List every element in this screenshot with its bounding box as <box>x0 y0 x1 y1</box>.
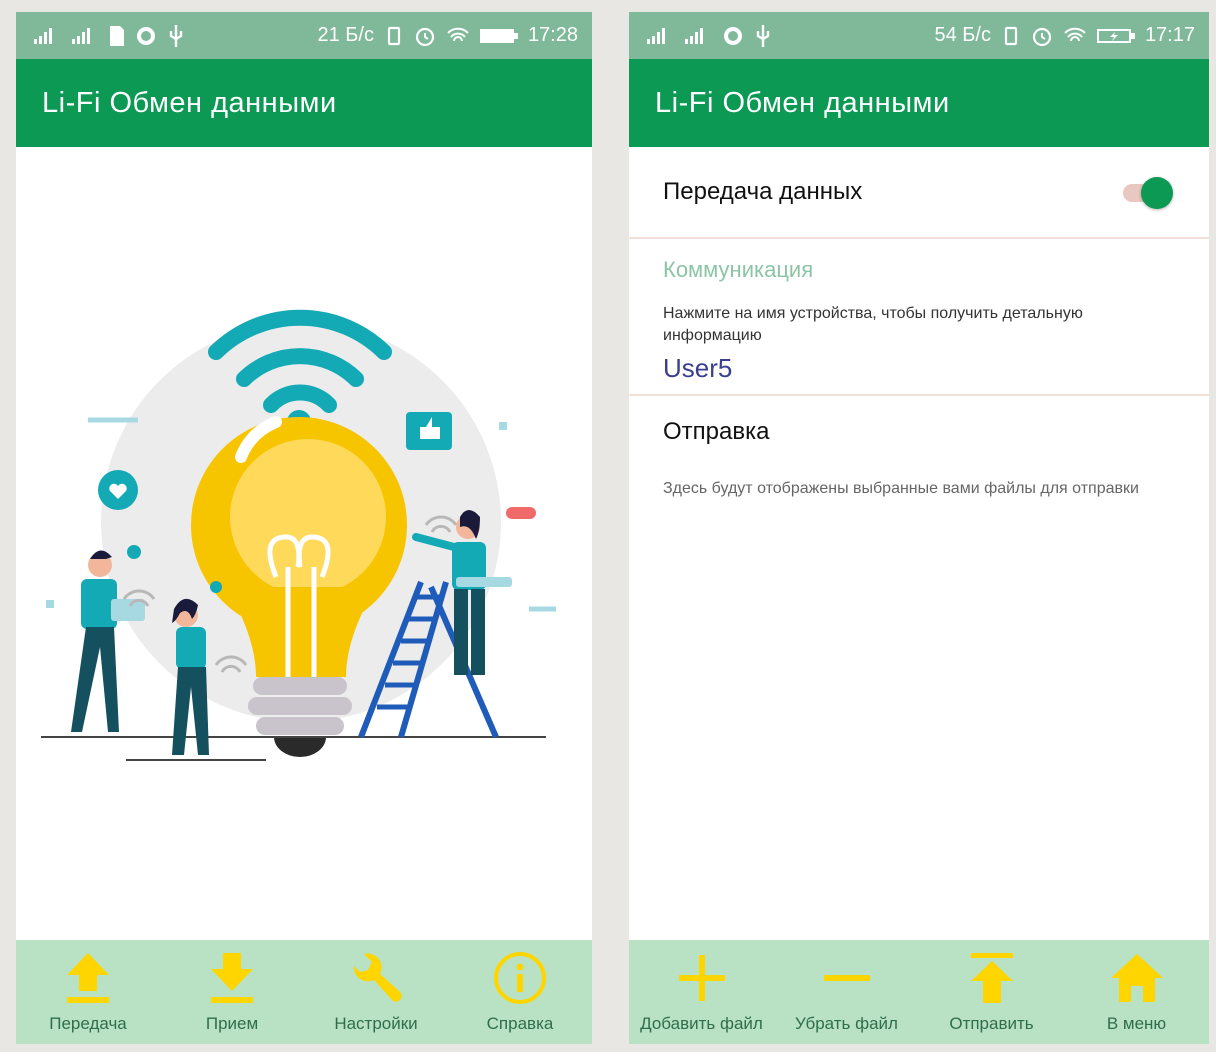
vibrate-icon <box>387 26 401 45</box>
clock: 17:28 <box>527 24 578 46</box>
app-bar: Li-Fi Обмен данными <box>629 59 1209 147</box>
nav-receive-label: Прием <box>205 1014 259 1033</box>
nav-transmit[interactable]: Передача <box>16 940 160 1044</box>
signal-icon <box>72 27 90 44</box>
phone-screen-transfer: 54 Б/с 17:17 Li-Fi Обмен данными Передач… <box>629 12 1209 1044</box>
network-speed: 54 Б/с <box>934 24 991 46</box>
wifi-icon <box>447 27 469 41</box>
communication-section: Коммуникация Нажмите на имя устройства, … <box>629 239 1209 396</box>
data-transfer-toggle[interactable] <box>1123 177 1175 209</box>
network-speed: 21 Б/с <box>317 24 374 46</box>
nav-settings-label: Настройки <box>334 1014 418 1033</box>
toggle-thumb <box>1141 177 1173 209</box>
nav-send-label: Отправить <box>949 1014 1034 1033</box>
communication-title: Коммуникация <box>663 257 814 282</box>
nav-help[interactable]: Справка <box>448 940 592 1044</box>
shield-app-icon <box>724 26 742 45</box>
battery-charging-icon <box>1096 28 1135 43</box>
sending-section: Отправка Здесь будут отображены выбранны… <box>629 396 1209 520</box>
download-arrow-icon <box>211 953 253 1003</box>
lifi-illustration <box>41 309 556 761</box>
communication-description: Нажмите на имя устройства, чтобы получит… <box>663 305 1083 344</box>
upload-arrow-icon <box>67 953 109 1003</box>
info-icon <box>494 952 546 1004</box>
data-transfer-label: Передача данных <box>663 178 863 205</box>
app-bar: Li-Fi Обмен данными <box>16 59 592 147</box>
data-transfer-row: Передача данных <box>629 147 1209 239</box>
sending-description: Здесь будут отображены выбранные вами фа… <box>663 480 1139 497</box>
shield-app-icon <box>137 26 155 45</box>
status-bar: 21 Б/с 17:28 <box>16 12 592 59</box>
phone-screen-main: 21 Б/с 17:28 Li-Fi Обмен данными Передач… <box>16 12 592 1044</box>
battery-icon <box>479 28 518 43</box>
bottom-navigation: Добавить файл Убрать файл Отправить В ме… <box>629 940 1209 1044</box>
minus-icon <box>823 975 870 981</box>
nav-help-label: Справка <box>486 1014 554 1033</box>
home-icon <box>1110 954 1163 1002</box>
app-title: Li-Fi Обмен данными <box>42 86 337 119</box>
send-upload-icon <box>970 953 1013 1003</box>
nav-menu-label: В меню <box>1106 1014 1167 1033</box>
clock: 17:17 <box>1144 24 1195 46</box>
vibrate-icon <box>1004 26 1018 45</box>
nav-menu[interactable]: В меню <box>1064 940 1209 1044</box>
device-name-link[interactable]: User5 <box>663 353 1175 384</box>
main-content: Передача данных Коммуникация Нажмите на … <box>629 147 1209 940</box>
main-content <box>16 147 592 940</box>
bottom-navigation: Передача Прием Настройки Справка <box>16 940 592 1044</box>
nav-settings[interactable]: Настройки <box>304 940 448 1044</box>
sim-card-icon <box>110 25 124 46</box>
signal-icon <box>685 27 703 44</box>
plus-icon <box>678 955 725 1001</box>
wrench-icon <box>353 953 402 1002</box>
nav-remove-file[interactable]: Убрать файл <box>774 940 919 1044</box>
usb-icon <box>169 24 183 47</box>
nav-send[interactable]: Отправить <box>919 940 1064 1044</box>
alarm-icon <box>1032 27 1052 46</box>
nav-add-file[interactable]: Добавить файл <box>629 940 774 1044</box>
nav-remove-file-label: Убрать файл <box>795 1014 898 1033</box>
nav-add-file-label: Добавить файл <box>640 1014 763 1033</box>
wifi-icon <box>1064 27 1086 41</box>
signal-icon <box>34 27 52 44</box>
app-title: Li-Fi Обмен данными <box>655 86 950 119</box>
alarm-icon <box>415 27 435 46</box>
status-bar: 54 Б/с 17:17 <box>629 12 1209 59</box>
nav-receive[interactable]: Прием <box>160 940 304 1044</box>
signal-icon <box>647 27 665 44</box>
nav-transmit-label: Передача <box>49 1014 127 1033</box>
sending-title: Отправка <box>663 418 770 445</box>
usb-icon <box>756 24 770 47</box>
